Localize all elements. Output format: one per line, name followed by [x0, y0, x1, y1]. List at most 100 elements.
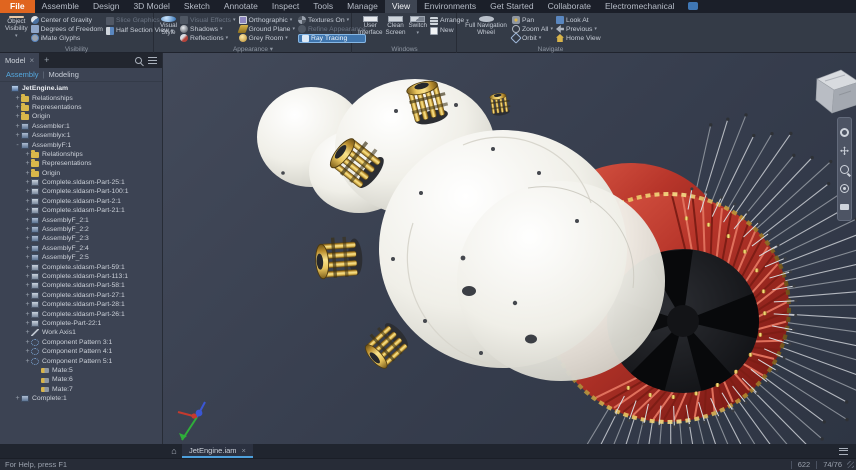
docbar-menu-icon[interactable]	[839, 447, 848, 455]
tree-toggle-icon[interactable]: +	[24, 320, 31, 327]
tree-toggle-icon[interactable]: +	[24, 311, 31, 318]
tab-inspect[interactable]: Inspect	[265, 0, 306, 13]
view-cube[interactable]	[815, 69, 856, 114]
imate-glyphs-button[interactable]: iMate Glyphs	[30, 34, 103, 42]
tree-item[interactable]: + AssemblyF_2:1	[0, 215, 162, 224]
browser-tab-model[interactable]: Model ×	[0, 53, 40, 68]
degrees-of-freedom-button[interactable]: Degrees of Freedom	[30, 25, 103, 33]
tree-toggle-icon[interactable]: +	[24, 301, 31, 308]
tree-toggle-icon[interactable]: +	[24, 170, 31, 177]
search-icon[interactable]	[135, 57, 142, 64]
tree-toggle-icon[interactable]: +	[24, 273, 31, 280]
tree-toggle-icon[interactable]: +	[24, 329, 31, 336]
touch-pad-icon[interactable]	[840, 204, 849, 211]
tree-toggle-icon[interactable]: +	[24, 358, 31, 365]
tree-toggle-icon[interactable]: +	[24, 235, 31, 242]
tree-toggle-icon[interactable]: +	[24, 339, 31, 346]
tab-assembly[interactable]: Assembly	[6, 70, 39, 79]
home-view-button[interactable]: Home View	[555, 34, 601, 42]
clean-screen-button[interactable]: Clean Screen	[386, 15, 405, 37]
tree-item[interactable]: + Origin	[0, 112, 162, 121]
tab-manage[interactable]: Manage	[340, 0, 385, 13]
tree-item[interactable]: + Component Pattern 3:1	[0, 338, 162, 347]
tree-toggle-icon[interactable]: +	[24, 151, 31, 158]
tab-design[interactable]: Design	[86, 0, 126, 13]
tree-item[interactable]: - AssemblyF:1	[0, 140, 162, 149]
add-browser-tab-button[interactable]: +	[39, 53, 54, 68]
shadows-button[interactable]: Shadows ▾	[180, 25, 235, 33]
tree-item[interactable]: + AssemblyF_2:5	[0, 253, 162, 262]
zoom-icon[interactable]	[840, 164, 849, 174]
tree-item[interactable]: + AssemblyF_2:4	[0, 244, 162, 253]
tree-toggle-icon[interactable]: +	[14, 132, 21, 139]
tree-toggle-icon[interactable]: +	[24, 179, 31, 186]
tree-toggle-icon[interactable]: +	[14, 104, 21, 111]
previous-view-button[interactable]: Previous ▾	[555, 25, 601, 33]
tab-file[interactable]: File	[0, 0, 35, 13]
tree-item[interactable]: + AssemblyF_2:3	[0, 234, 162, 243]
tree-item[interactable]: + Complete.sldasm-Part-25:1	[0, 178, 162, 187]
tree-toggle-icon[interactable]: +	[14, 95, 21, 102]
tab-modeling[interactable]: Modeling	[48, 70, 78, 79]
look-at-button[interactable]: Look At	[555, 16, 601, 24]
tree-item[interactable]: + Component Pattern 5:1	[0, 356, 162, 365]
tree-item[interactable]: + Complete.sldasm-Part-113:1	[0, 272, 162, 281]
tree-item[interactable]: + Origin	[0, 168, 162, 178]
center-of-gravity-button[interactable]: Center of Gravity	[30, 16, 103, 24]
tab-strip-extra-icon[interactable]	[687, 2, 698, 10]
tab-sketch[interactable]: Sketch	[177, 0, 217, 13]
home-tab-icon[interactable]: ⌂	[166, 444, 182, 458]
tree-toggle-icon[interactable]: +	[24, 264, 31, 271]
tree-item[interactable]: + Representations	[0, 159, 162, 168]
document-tab-jetengine[interactable]: JetEngine.iam ×	[182, 444, 253, 458]
pan-icon[interactable]	[840, 146, 849, 156]
reflections-button[interactable]: Reflections ▾	[180, 34, 235, 42]
zoom-all-button[interactable]: Zoom All ▾	[512, 25, 553, 33]
tree-toggle-icon[interactable]: +	[14, 113, 21, 120]
tree-item[interactable]: + Complete.sldasm-Part-27:1	[0, 291, 162, 300]
orbit-icon[interactable]	[840, 183, 849, 193]
pan-button[interactable]: Pan	[512, 16, 553, 24]
tree-toggle-icon[interactable]: +	[24, 245, 31, 252]
tab-environments[interactable]: Environments	[417, 0, 483, 13]
browser-menu-icon[interactable]	[148, 57, 157, 64]
tree-item[interactable]: + Complete.sldasm-Part-59:1	[0, 262, 162, 271]
tree-item[interactable]: Mate:5	[0, 366, 162, 375]
grey-room-dropdown[interactable]: Grey Room ▾	[238, 34, 295, 42]
tree-toggle-icon[interactable]: +	[24, 198, 31, 205]
tab-collaborate[interactable]: Collaborate	[541, 0, 598, 13]
tree-item[interactable]: + Component Pattern 4:1	[0, 347, 162, 356]
viewport-canvas[interactable]	[163, 53, 856, 470]
tree-toggle-icon[interactable]: +	[24, 226, 31, 233]
tree-toggle-icon[interactable]: +	[24, 282, 31, 289]
tree-item[interactable]: + Assemblyx:1	[0, 131, 162, 140]
switch-button[interactable]: Switch ▾	[408, 15, 427, 37]
tree-item[interactable]: + AssemblyF_2:2	[0, 225, 162, 234]
visual-style-button[interactable]: Visual Style	[160, 15, 177, 37]
tab-view[interactable]: View	[384, 0, 418, 13]
tree-toggle-icon[interactable]: +	[14, 395, 21, 402]
tab-electromechanical[interactable]: Electromechanical	[598, 0, 681, 13]
tree-item[interactable]: + Complete-Part-22:1	[0, 319, 162, 328]
tree-toggle-icon[interactable]: +	[24, 217, 31, 224]
tab-annotate[interactable]: Annotate	[217, 0, 265, 13]
tree-toggle-icon[interactable]: +	[24, 188, 31, 195]
tree-toggle-icon[interactable]: +	[24, 207, 31, 214]
tree-item[interactable]: + Complete.sldasm-Part-58:1	[0, 281, 162, 290]
full-navigation-wheel-button[interactable]: Full Navigation Wheel	[463, 15, 509, 37]
tree-item[interactable]: + Complete:1	[0, 394, 162, 403]
tab-3d-model[interactable]: 3D Model	[126, 0, 176, 13]
tab-assemble[interactable]: Assemble	[35, 0, 86, 13]
close-icon[interactable]: ×	[29, 53, 34, 68]
tree-toggle-icon[interactable]: +	[24, 254, 31, 261]
tree-item[interactable]: + Relationships	[0, 149, 162, 159]
user-interface-button[interactable]: User Interface	[358, 15, 383, 37]
tree-toggle-icon[interactable]: +	[24, 160, 31, 167]
tree-item[interactable]: Mate:7	[0, 385, 162, 394]
tree-item[interactable]: + Work Axis1	[0, 328, 162, 337]
orbit-button[interactable]: Orbit ▾	[510, 32, 553, 44]
navigation-wheel-icon[interactable]	[840, 127, 849, 137]
ground-plane-button[interactable]: Ground Plane ▾	[237, 25, 295, 33]
tree-toggle-icon[interactable]: +	[24, 292, 31, 299]
tree-item[interactable]: + Complete.sldasm-Part-2:1	[0, 197, 162, 206]
